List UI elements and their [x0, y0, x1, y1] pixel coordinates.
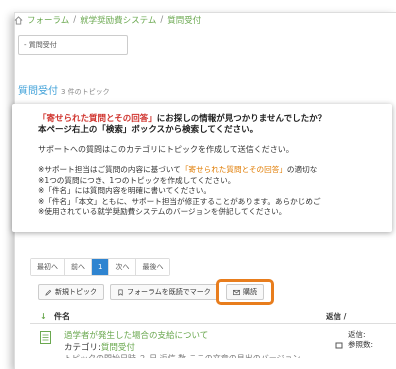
notice-rule: ※使用されている就学奨励費システムのバージョンを併記してください。 — [38, 207, 287, 216]
faq-link-inline[interactable]: 「寄せられた質問とその回答」 — [181, 165, 287, 174]
topic-category: カテゴリ:質問受付 — [64, 341, 135, 353]
subscribe-highlight: 購読 — [216, 279, 274, 305]
rule-text: ※サポート担当はご質問の内容に基づいて — [38, 165, 181, 174]
forum-select[interactable]: - 質問受付 — [18, 35, 128, 55]
notice-question-text: にお探しの情報が見つかりませんでしたか？ — [156, 114, 327, 124]
image-icon — [335, 342, 343, 349]
topic-table-header: ↓ 件名 返信 / — [30, 310, 396, 324]
views-label: 参照数: — [348, 340, 374, 349]
page-prev-button[interactable]: 前へ — [65, 259, 92, 275]
mark-read-button[interactable]: フォーラムを既読でマーク — [110, 284, 218, 300]
notice-lead: サポートへの質問はこのカテゴリにトピックを作成して送信ください。 — [38, 145, 294, 154]
forum-actions: 新規トピック フォーラムを既読でマーク — [38, 284, 218, 300]
new-topic-button[interactable]: 新規トピック — [38, 284, 104, 300]
new-topic-label: 新規トピック — [55, 288, 97, 296]
document-icon — [40, 331, 51, 344]
notice-rule: ※「件名」には質問内容を明確に書いてください。 — [38, 186, 211, 195]
page-current[interactable]: 1 — [92, 259, 110, 275]
page-next-button[interactable]: 次へ — [109, 259, 137, 275]
topic-count: 3 件のトピック — [61, 88, 110, 96]
topic-meta-truncated: トピックの開始日時 ２ 日 返信 数 ここの文章の見出のバージョン — [64, 353, 301, 358]
page-last-button[interactable]: 最後へ — [136, 259, 170, 275]
breadcrumb-current[interactable]: 質問受付 — [167, 14, 201, 26]
topics-header: 質問受付 3 件のトピック — [18, 82, 110, 97]
bookmark-icon — [118, 289, 123, 296]
forum-title: 質問受付 — [18, 86, 58, 97]
breadcrumb-forum[interactable]: フォーラム — [27, 14, 69, 26]
subscribe-button[interactable]: 購読 — [226, 284, 264, 300]
notice-search-hint: 本ページ右上の「検索」ボックスから検索してください。 — [38, 125, 259, 135]
subscribe-label: 購読 — [243, 288, 257, 296]
notice-rule: ※「件名」「本文」ともに、サポート担当が修正することがあります。あらかじめご — [38, 196, 321, 206]
pencil-icon — [45, 289, 52, 296]
category-label: カテゴリ: — [64, 343, 101, 353]
notice-rules: ※サポート担当はご質問の内容に基づいて「寄せられた質問とその回答」の適切な ※1… — [38, 165, 392, 218]
category-link[interactable]: 質問受付 — [101, 343, 135, 353]
breadcrumb-separator: / — [160, 15, 164, 25]
breadcrumb: フォーラム / 就学奨励費システム / 質問受付 — [14, 12, 201, 28]
mark-read-label: フォーラムを既読でマーク — [127, 288, 211, 296]
mail-icon — [233, 289, 240, 295]
notice-question: 「寄せられた質問とその回答」にお探しの情報が見つかりませんでしたか？ — [38, 114, 392, 125]
sort-arrow-icon[interactable]: ↓ — [30, 312, 54, 321]
notice-rule: ※1つの質問につき、1つのトピックを作成してください。 — [38, 175, 236, 185]
breadcrumb-system[interactable]: 就学奨励費システム — [80, 14, 156, 26]
column-replies[interactable]: 返信 / — [326, 311, 346, 322]
topic-title-link[interactable]: 過学者が発生した場合の支給について — [64, 329, 208, 341]
faq-link[interactable]: 「寄せられた質問とその回答」 — [38, 114, 157, 124]
forum-description-notice: 「寄せられた質問とその回答」にお探しの情報が見つかりませんでしたか？ 本ページ右… — [12, 104, 392, 232]
column-title[interactable]: 件名 — [54, 311, 326, 322]
home-icon[interactable] — [14, 15, 23, 25]
pagination: 最初へ 前へ 1 次へ 最後へ — [30, 258, 171, 276]
breadcrumb-separator: / — [73, 15, 77, 25]
page-first-button[interactable]: 最初へ — [31, 259, 65, 275]
table-row[interactable]: 過学者が発生した場合の支給について カテゴリ:質問受付 トピックの開始日時 ２ … — [30, 326, 396, 369]
rule-text: の適切な — [286, 165, 318, 174]
notice-rule: ※サポート担当はご質問の内容に基づいて「寄せられた質問とその回答」の適切な — [38, 165, 392, 176]
